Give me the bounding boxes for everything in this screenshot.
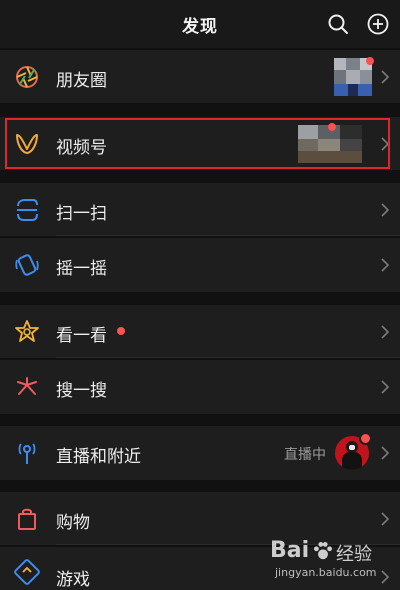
live-nearby-label: 直播和附近 — [56, 447, 141, 467]
scan-icon — [17, 199, 38, 221]
baidu-jingyan-watermark: Bai 经验 jingyan.baidu.com — [270, 538, 390, 586]
paw-icon — [313, 541, 333, 560]
channels-butterfly-icon — [16, 134, 38, 154]
game-controller-icon — [14, 559, 40, 585]
page-title: 发现 — [182, 16, 218, 37]
scan-label: 扫一扫 — [56, 204, 107, 224]
search-star-icon — [17, 377, 37, 395]
watermark-brand-suffix: 经验 — [336, 544, 372, 565]
moments-new-badge — [366, 57, 374, 65]
shake-label: 摇一摇 — [56, 259, 107, 279]
live-indicator-dot — [359, 432, 372, 445]
plus-circle-icon[interactable] — [367, 13, 389, 35]
moments-label: 朋友圈 — [56, 71, 107, 91]
games-label: 游戏 — [56, 570, 90, 590]
scan-row[interactable]: 扫一扫 — [0, 183, 400, 236]
chevron-right-icon — [381, 446, 390, 460]
chevron-right-icon — [381, 512, 390, 526]
chevron-right-icon — [381, 325, 390, 339]
moments-aperture-icon — [16, 66, 38, 88]
top-stories-row[interactable]: 看一看 — [0, 305, 400, 358]
live-nearby-icon — [18, 443, 36, 464]
search-label: 搜一搜 — [56, 381, 107, 401]
channels-row[interactable]: 视频号 — [0, 117, 400, 170]
chevron-right-icon — [381, 70, 390, 84]
shake-phone-icon — [15, 254, 39, 276]
shopping-bag-icon — [18, 508, 36, 530]
top-stories-icon — [15, 320, 39, 342]
top-stories-label: 看一看 — [56, 326, 107, 346]
top-bar: 发现 — [0, 0, 400, 48]
chevron-right-icon — [381, 203, 390, 217]
search-row[interactable]: 搜一搜 — [0, 360, 400, 414]
shake-row[interactable]: 摇一摇 — [0, 238, 400, 292]
search-icon[interactable] — [327, 13, 349, 35]
row-divider — [56, 235, 400, 236]
shopping-label: 购物 — [56, 513, 90, 533]
chevron-right-icon — [381, 258, 390, 272]
chevron-right-icon — [381, 137, 390, 151]
watermark-url: jingyan.baidu.com — [275, 566, 377, 579]
watermark-brand: Bai — [270, 538, 310, 563]
live-status-text: 直播中 — [284, 447, 326, 463]
channels-label: 视频号 — [56, 138, 107, 158]
top-stories-new-badge — [117, 327, 125, 335]
channels-new-badge — [328, 123, 336, 131]
row-divider — [56, 357, 400, 358]
chevron-right-icon — [381, 380, 390, 394]
live-nearby-row[interactable]: 直播和附近 直播中 — [0, 426, 400, 480]
moments-row[interactable]: 朋友圈 — [0, 50, 400, 103]
